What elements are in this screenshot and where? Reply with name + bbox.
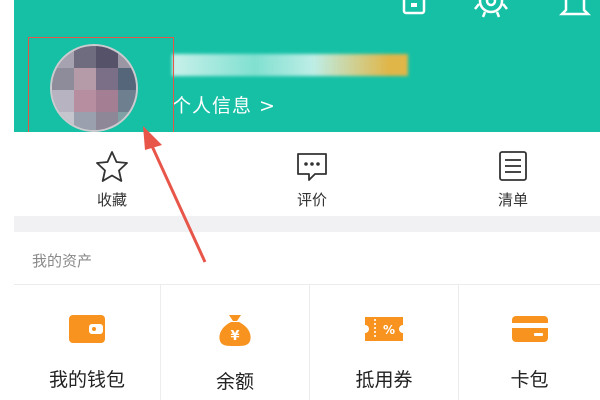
- profile-info-link[interactable]: 个人信息 >: [172, 91, 276, 118]
- star-icon: [96, 151, 128, 182]
- asset-wallet[interactable]: 我的钱包: [14, 285, 160, 400]
- asset-label: 卡包: [510, 369, 549, 391]
- bell-icon[interactable]: [558, 0, 592, 18]
- coupon-icon: %: [365, 317, 403, 341]
- asset-label: 余额: [215, 371, 254, 393]
- settings-gear-icon[interactable]: [474, 0, 508, 18]
- username-blurred: [172, 54, 408, 76]
- asset-coupon[interactable]: % 抵用券: [310, 285, 458, 400]
- asset-label: 抵用券: [355, 369, 413, 391]
- svg-text:%: %: [383, 323, 395, 337]
- money-bag-icon: ¥: [219, 315, 251, 346]
- annotation-highlight-box: [28, 37, 174, 133]
- quick-action-label: 收藏: [96, 191, 127, 209]
- quick-action-list[interactable]: 清单: [473, 150, 553, 210]
- quick-action-reviews[interactable]: 评价: [272, 150, 352, 210]
- card-icon: [511, 316, 548, 342]
- quick-actions-row: 收藏 评价 清单: [14, 132, 600, 216]
- section-divider: [14, 216, 600, 232]
- asset-label: 我的钱包: [48, 369, 125, 391]
- qr-code-icon[interactable]: [400, 0, 428, 16]
- quick-action-favorites[interactable]: 收藏: [72, 150, 152, 210]
- asset-card-pack[interactable]: 卡包: [459, 285, 600, 400]
- quick-action-label: 清单: [497, 191, 528, 209]
- svg-text:¥: ¥: [230, 329, 239, 344]
- comment-icon: [297, 153, 327, 181]
- quick-action-label: 评价: [296, 191, 327, 209]
- list-icon: [499, 151, 527, 181]
- wallet-icon: [69, 315, 105, 343]
- asset-balance[interactable]: ¥ 余额: [161, 285, 309, 400]
- assets-section-title: 我的资产: [32, 252, 93, 270]
